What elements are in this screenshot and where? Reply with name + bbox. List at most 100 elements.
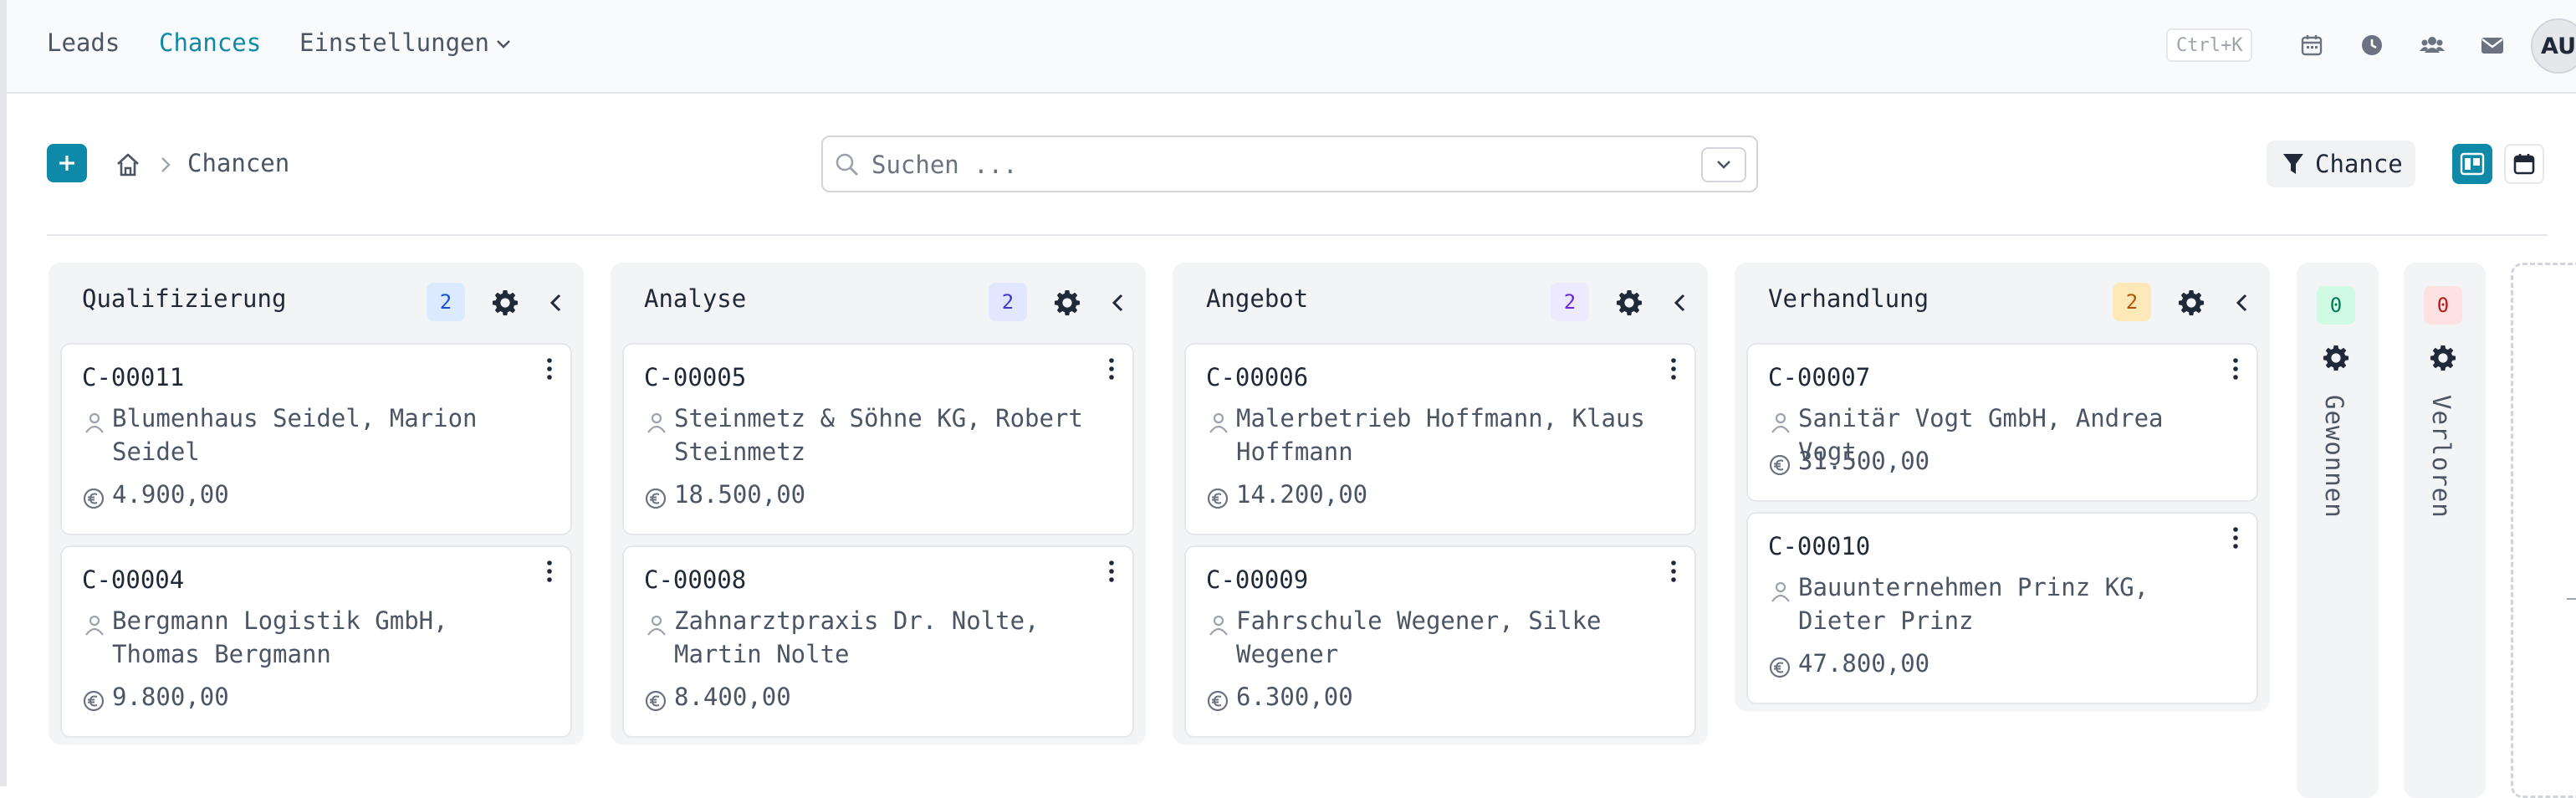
euro-icon	[1207, 488, 1229, 509]
deal-card[interactable]: C-00011 Blumenhaus Seidel, Marion Seidel…	[60, 343, 572, 535]
gear-icon[interactable]	[492, 289, 519, 316]
kebab-icon[interactable]	[1106, 356, 1117, 381]
deal-amount: 6.300,00	[1236, 683, 1353, 711]
user-icon	[647, 615, 666, 636]
breadcrumb-separator-icon	[161, 157, 171, 172]
gear-icon[interactable]	[2430, 345, 2456, 371]
deal-id: C-00006	[1206, 363, 1309, 391]
euro-icon	[1207, 690, 1229, 712]
deal-id: C-00007	[1768, 363, 1871, 391]
user-icon	[1771, 581, 1790, 602]
collapse-column-icon[interactable]	[545, 291, 567, 315]
deal-card[interactable]: C-00010 Bauunternehmen Prinz KG, Dieter …	[1746, 512, 2258, 704]
column-title: Angebot	[1206, 284, 1309, 313]
gear-icon[interactable]	[1616, 289, 1643, 316]
nav-einstellungen[interactable]: Einstellungen	[299, 28, 511, 57]
kanban-column-verloren-collapsed[interactable]: 0 Verloren	[2404, 263, 2486, 798]
deal-amount: 47.800,00	[1798, 649, 1930, 678]
search-box[interactable]	[821, 136, 1758, 192]
deal-contact: Bauunternehmen Prinz KG, Dieter Prinz	[1798, 573, 2149, 635]
filter-icon	[2283, 154, 2303, 174]
calendar-icon[interactable]	[2298, 32, 2325, 59]
collapse-column-icon[interactable]	[1669, 291, 1691, 315]
toolbar-divider	[47, 234, 2548, 236]
kebab-icon[interactable]	[544, 559, 555, 584]
column-count-badge: 2	[1551, 283, 1589, 321]
kebab-icon[interactable]	[1668, 356, 1679, 381]
euro-icon	[83, 690, 105, 712]
kanban-column-gewonnen-collapsed[interactable]: 0 Gewonnen	[2297, 263, 2379, 798]
kanban-view-icon	[2460, 152, 2485, 176]
column-count-badge: 2	[2113, 283, 2151, 321]
deal-card[interactable]: C-00009 Fahrschule Wegener, Silke Wegene…	[1184, 545, 1696, 738]
user-icon	[85, 615, 104, 636]
deal-amount: 8.400,00	[674, 683, 791, 711]
gear-icon[interactable]	[2323, 345, 2349, 371]
gear-icon[interactable]	[1054, 289, 1081, 316]
euro-icon	[1769, 454, 1791, 476]
column-count-badge: 0	[2317, 286, 2355, 325]
deal-contact: Zahnarztpraxis Dr. Nolte, Martin Nolte	[674, 606, 1040, 668]
command-shortcut-hint[interactable]: Ctrl+K	[2166, 28, 2253, 62]
euro-icon	[645, 690, 667, 712]
kanban-column-verhandlung: Verhandlung 2 C-00007 Sanitär Vogt GmbH,…	[1735, 263, 2270, 711]
deal-contact: Fahrschule Wegener, Silke Wegener	[1236, 606, 1602, 668]
deal-amount: 31.500,00	[1798, 447, 1930, 475]
search-input[interactable]	[870, 146, 1676, 184]
kanban-column-analyse: Analyse 2 C-00005 Steinmetz & Söhne KG, …	[611, 263, 1146, 744]
kanban-view-button[interactable]	[2452, 144, 2492, 184]
kebab-icon[interactable]	[1106, 559, 1117, 584]
column-count-badge: 0	[2424, 286, 2462, 325]
placeholder-mark	[2567, 598, 2576, 600]
filter-button[interactable]: Chance	[2267, 141, 2415, 187]
deal-id: C-00010	[1768, 532, 1871, 560]
euro-icon	[645, 488, 667, 509]
column-title: Verloren	[2427, 395, 2456, 519]
search-icon	[836, 153, 858, 176]
calendar-view-button[interactable]	[2504, 144, 2544, 184]
deal-card[interactable]: C-00004 Bergmann Logistik GmbH, Thomas B…	[60, 545, 572, 738]
deal-card[interactable]: C-00007 Sanitär Vogt GmbH, Andrea Vogt 3…	[1746, 343, 2258, 502]
kebab-icon[interactable]	[2230, 356, 2241, 381]
column-count-badge: 2	[427, 283, 465, 321]
deal-card[interactable]: C-00005 Steinmetz & Söhne KG, Robert Ste…	[622, 343, 1134, 535]
deal-contact: Steinmetz & Söhne KG, Robert Steinmetz	[674, 404, 1083, 466]
deal-amount: 18.500,00	[674, 480, 806, 509]
nav-chances[interactable]: Chances	[159, 28, 261, 57]
home-icon[interactable]	[114, 151, 142, 179]
column-count-badge: 2	[989, 283, 1027, 321]
calendar-view-icon	[2513, 154, 2535, 175]
add-chance-button[interactable]	[47, 144, 87, 182]
search-options-button[interactable]	[1701, 147, 1746, 182]
add-column-placeholder[interactable]	[2511, 263, 2576, 798]
deal-card[interactable]: C-00006 Malerbetrieb Hoffmann, Klaus Hof…	[1184, 343, 1696, 535]
deal-amount: 14.200,00	[1236, 480, 1368, 509]
kebab-icon[interactable]	[2230, 525, 2241, 550]
deal-amount: 4.900,00	[112, 480, 229, 509]
gear-icon[interactable]	[2178, 289, 2205, 316]
filter-label: Chance	[2315, 150, 2403, 178]
avatar[interactable]: AU	[2531, 18, 2576, 74]
column-title: Qualifizierung	[82, 284, 287, 313]
column-title: Analyse	[644, 284, 747, 313]
euro-icon	[1769, 657, 1791, 678]
column-title: Gewonnen	[2320, 395, 2349, 519]
kebab-icon[interactable]	[1668, 559, 1679, 584]
mail-icon[interactable]	[2479, 32, 2506, 59]
collapse-column-icon[interactable]	[2231, 291, 2253, 315]
plus-icon	[59, 156, 74, 171]
deal-contact: Bergmann Logistik GmbH, Thomas Bergmann	[112, 606, 448, 668]
nav-leads[interactable]: Leads	[47, 28, 120, 57]
users-icon[interactable]	[2419, 32, 2446, 59]
user-icon	[1209, 412, 1228, 433]
collapse-column-icon[interactable]	[1107, 291, 1129, 315]
breadcrumb-current: Chancen	[187, 149, 290, 177]
deal-amount: 9.800,00	[112, 683, 229, 711]
clock-icon[interactable]	[2359, 32, 2385, 59]
deal-contact: Blumenhaus Seidel, Marion Seidel	[112, 404, 478, 466]
kebab-icon[interactable]	[544, 356, 555, 381]
deal-card[interactable]: C-00008 Zahnarztpraxis Dr. Nolte, Martin…	[622, 545, 1134, 738]
kanban-column-qualifizierung: Qualifizierung 2 C-00011 Blumenhaus Seid…	[49, 263, 584, 744]
deal-contact: Malerbetrieb Hoffmann, Klaus Hoffmann	[1236, 404, 1645, 466]
kanban-column-angebot: Angebot 2 C-00006 Malerbetrieb Hoffmann,…	[1173, 263, 1708, 744]
